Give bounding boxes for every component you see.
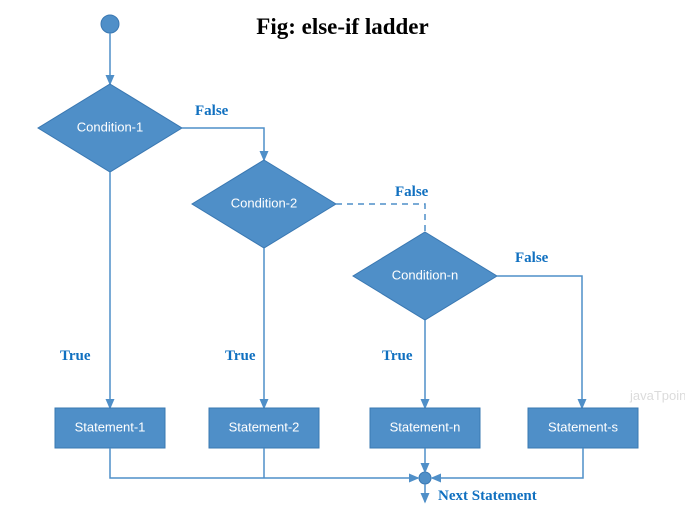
svg-text:Statement-1: Statement-1 [75, 419, 146, 434]
cn-true-label: True [382, 348, 413, 364]
flowchart-canvas: Condition-1 False Condition-2 False Cond… [0, 0, 685, 518]
cn-false-label: False [515, 250, 549, 266]
condition-n-diamond: Condition-n [353, 232, 497, 320]
svg-text:Condition-1: Condition-1 [77, 119, 144, 134]
statement-n-box: Statement-n [370, 408, 480, 448]
c1-false-label: False [195, 103, 229, 119]
c2-true-label: True [225, 348, 256, 364]
statement-s-box: Statement-s [528, 408, 638, 448]
svg-text:Statement-s: Statement-s [548, 419, 619, 434]
merge-junction [419, 472, 431, 484]
svg-text:Statement-2: Statement-2 [229, 419, 300, 434]
statement-2-box: Statement-2 [209, 408, 319, 448]
condition-1-diamond: Condition-1 [38, 84, 182, 172]
start-node [101, 15, 119, 33]
svg-text:Condition-n: Condition-n [392, 267, 459, 282]
condition-2-diamond: Condition-2 [192, 160, 336, 248]
statement-1-box: Statement-1 [55, 408, 165, 448]
c1-true-label: True [60, 348, 91, 364]
c2-false-label: False [395, 184, 429, 200]
svg-text:Statement-n: Statement-n [390, 419, 461, 434]
watermark-text: javaTpoint [629, 388, 685, 403]
next-statement-label: Next Statement [438, 488, 537, 504]
svg-text:Condition-2: Condition-2 [231, 195, 298, 210]
